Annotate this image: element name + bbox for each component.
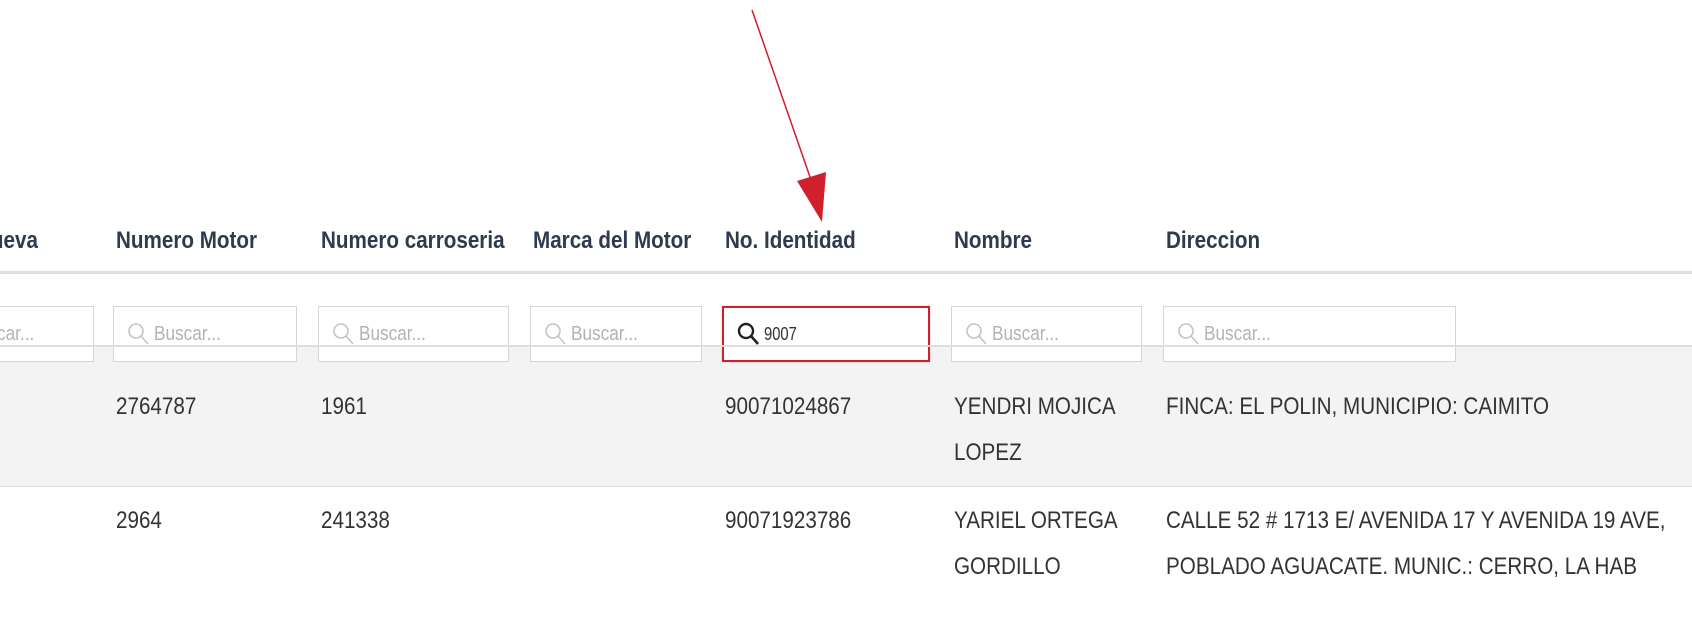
filter-placeholder: car... [0, 322, 35, 345]
filter-placeholder: Buscar... [1204, 322, 1271, 345]
cell-identidad: 90071024867 [725, 393, 852, 420]
cell-numero-carroseria: 241338 [321, 507, 390, 534]
filter-placeholder: Buscar... [571, 322, 638, 345]
column-header-numero-motor[interactable]: Numero Motor [116, 226, 257, 262]
search-icon [737, 322, 759, 345]
cell-direccion-line2: POBLADO AGUACATE. MUNIC.: CERRO, LA HAB [1166, 553, 1638, 580]
column-header-nombre[interactable]: Nombre [954, 226, 1032, 262]
data-grid-screenshot: Nueva Numero Motor Numero carroseria Mar… [0, 0, 1692, 627]
filter-input-identidad[interactable]: 9007 [722, 306, 930, 362]
cell-nombre-line2: LOPEZ [954, 439, 1022, 466]
filter-placeholder: Buscar... [359, 322, 426, 345]
cell-nombre-line1: YARIEL ORTEGA [954, 507, 1118, 534]
cell-direccion-line1: FINCA: EL POLIN, MUNICIPIO: CAIMITO [1166, 393, 1550, 420]
filter-input-nombre[interactable]: Buscar... [951, 306, 1142, 362]
cell-identidad: 90071923786 [725, 507, 852, 534]
filter-input-numero-carroseria[interactable]: Buscar... [318, 306, 509, 362]
cell-nombre-line2: GORDILLO [954, 553, 1061, 580]
cell-numero-carroseria: 1961 [321, 393, 367, 420]
search-icon [333, 323, 354, 345]
filter-input-numero-motor[interactable]: Buscar... [113, 306, 297, 362]
filter-input-direccion[interactable]: Buscar... [1163, 306, 1456, 362]
filter-input-marca-motor[interactable]: Buscar... [530, 306, 702, 362]
cell-direccion-line1: CALLE 52 # 1713 E/ AVENIDA 17 Y AVENIDA … [1166, 507, 1666, 534]
header-divider [0, 271, 1692, 274]
column-header-nueva[interactable]: Nueva [0, 226, 38, 262]
cell-nombre-line1: YENDRI MOJICA [954, 393, 1116, 420]
column-header-identidad[interactable]: No. Identidad [725, 226, 856, 262]
column-header-marca-motor[interactable]: Marca del Motor [533, 226, 691, 262]
cell-numero-motor: 2764787 [116, 393, 197, 420]
search-icon [128, 323, 149, 345]
filter-placeholder: Buscar... [154, 322, 221, 345]
column-header-numero-carroseria[interactable]: Numero carroseria [321, 226, 505, 262]
filter-placeholder: Buscar... [992, 322, 1059, 345]
row-divider [0, 486, 1692, 487]
search-icon [545, 323, 566, 345]
filter-divider [0, 345, 1692, 347]
filter-value: 9007 [764, 323, 797, 344]
search-icon [1178, 323, 1199, 345]
cell-numero-motor: 2964 [116, 507, 162, 534]
filter-input-nueva[interactable]: car... [0, 306, 94, 362]
column-header-direccion[interactable]: Direccion [1166, 226, 1260, 262]
search-icon [966, 323, 987, 345]
